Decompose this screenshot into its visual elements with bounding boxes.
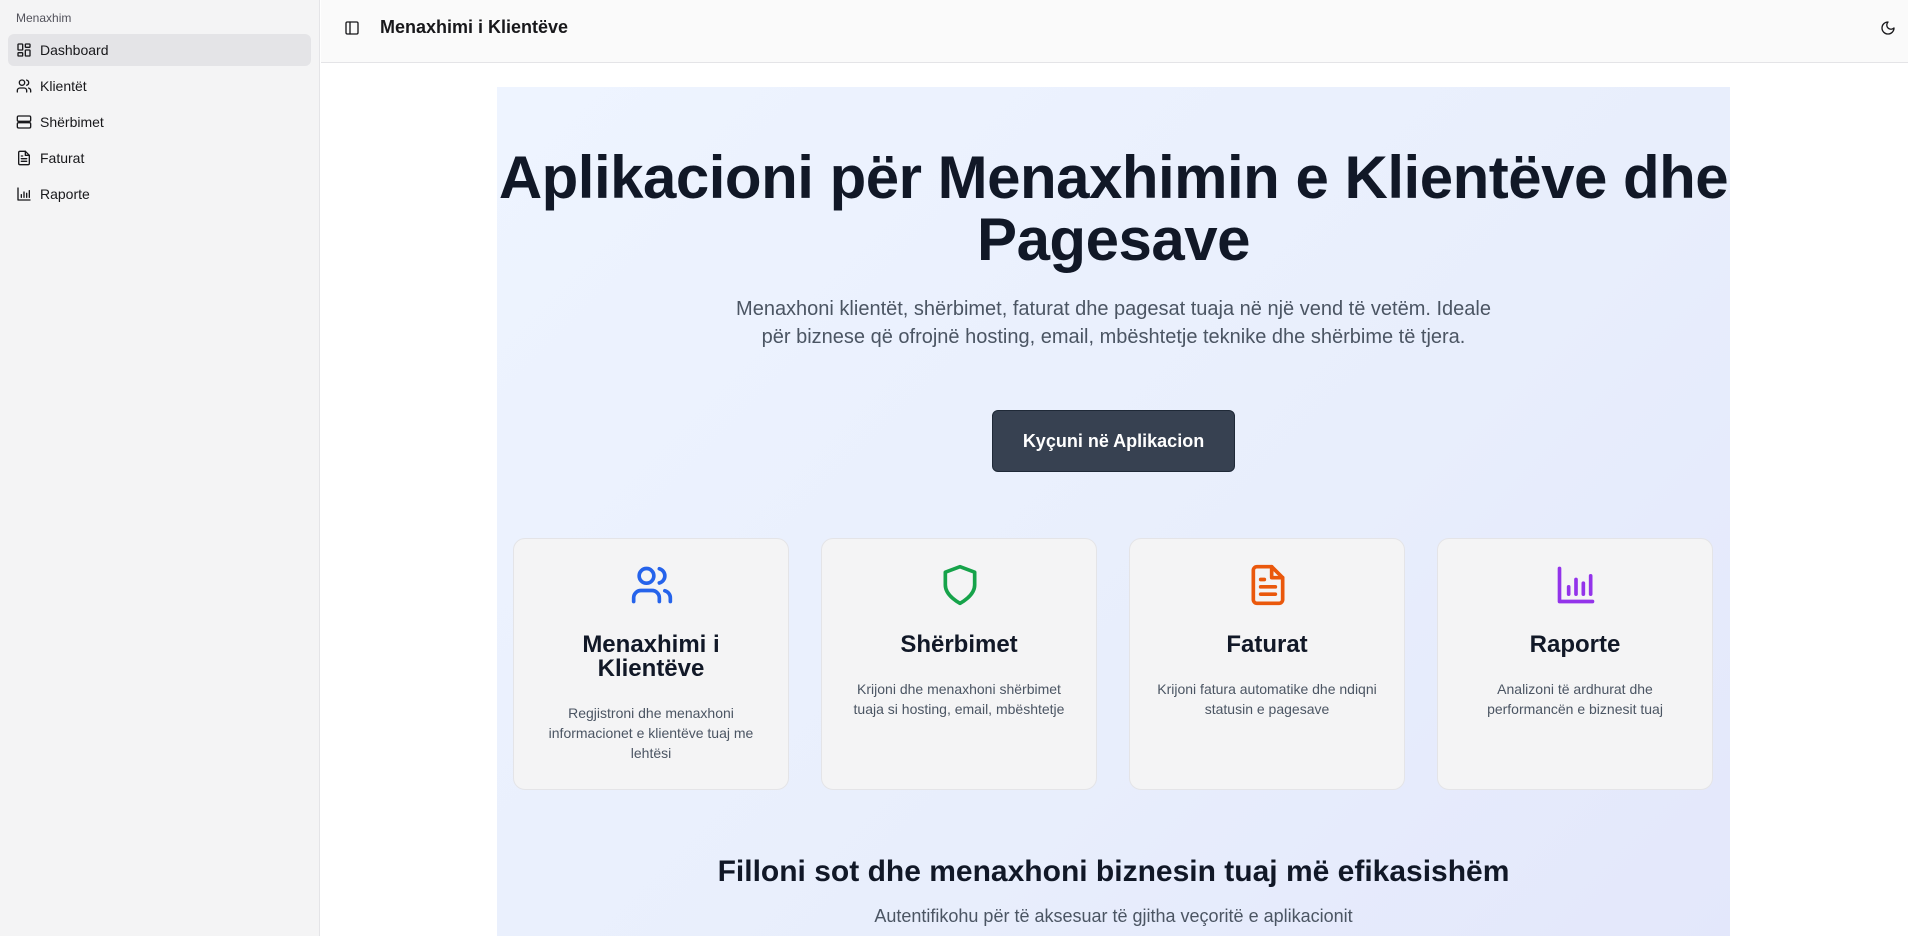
sidebar-item-sherbimet[interactable]: Shërbimet — [8, 106, 311, 138]
sidebar-item-label: Shërbimet — [40, 114, 104, 130]
bottom-subtitle: Autentifikohu për të aksesuar të gjitha … — [874, 906, 1353, 926]
feature-description: Krijoni dhe menaxhoni shërbimet tuaja si… — [853, 681, 1065, 717]
feature-card-services: Shërbimet Krijoni dhe menaxhoni shërbime… — [821, 538, 1097, 790]
bar-chart-icon — [17, 187, 31, 201]
sidebar-item-faturat[interactable]: Faturat — [8, 142, 311, 174]
sidebar-item-label: Dashboard — [40, 42, 109, 58]
sidebar-item-label: Klientët — [40, 78, 87, 94]
feature-card-clients: Menaxhimi i Klientëve Regjistroni dhe me… — [513, 538, 789, 790]
page-title: Menaxhimi i Klientëve — [380, 17, 569, 37]
sidebar: Menaxhim Dashboard Klientët Shërbimet Fa… — [0, 0, 320, 936]
feature-card-invoices: Faturat Krijoni fatura automatike dhe nd… — [1129, 538, 1405, 790]
theme-toggle-button[interactable] — [1876, 16, 1900, 40]
hero-title: Aplikacioni për Menaxhimin e Klientëve d… — [498, 144, 1729, 273]
feature-title: Shërbimet — [900, 631, 1018, 658]
feature-description: Krijoni fatura automatike dhe ndiqni sta… — [1157, 681, 1377, 717]
top-header: Menaxhimi i Klientëve — [321, 0, 1908, 63]
feature-description: Analizoni të ardhurat dhe performancën e… — [1487, 681, 1663, 717]
file-text-icon — [1251, 564, 1285, 606]
sidebar-item-label: Raporte — [40, 186, 90, 202]
hero-subtitle: Menaxhoni klientët, shërbimet, faturat d… — [736, 298, 1491, 348]
file-text-icon — [18, 150, 30, 166]
bottom-title: Filloni sot dhe menaxhoni biznesin tuaj … — [717, 855, 1510, 888]
moon-icon — [1881, 21, 1895, 35]
feature-description: Regjistroni dhe menaxhoni informacionet … — [548, 705, 754, 761]
feature-title: Menaxhimi i Klientëve — [582, 631, 720, 682]
feature-title: Raporte — [1529, 631, 1621, 658]
sidebar-item-dashboard[interactable]: Dashboard — [8, 34, 311, 66]
hero-section: Aplikacioni për Menaxhimin e Klientëve d… — [497, 87, 1730, 936]
sidebar-item-klientet[interactable]: Klientët — [8, 70, 311, 102]
users-icon — [16, 79, 32, 93]
sidebar-toggle-button[interactable] — [340, 16, 364, 40]
main-content: Aplikacioni për Menaxhimin e Klientëve d… — [321, 64, 1908, 936]
login-button[interactable]: Kyçuni në Aplikacion — [992, 410, 1235, 472]
sidebar-nav: Dashboard Klientët Shërbimet Faturat Rap… — [8, 34, 311, 214]
server-icon — [16, 115, 32, 129]
users-icon — [631, 566, 673, 604]
feature-card-reports: Raporte Analizoni të ardhurat dhe perfor… — [1437, 538, 1713, 790]
sidebar-group-label: Menaxhim — [16, 11, 72, 25]
sidebar-toggle-icon — [345, 21, 359, 35]
feature-title: Faturat — [1226, 631, 1308, 658]
shield-icon — [943, 564, 977, 606]
sidebar-item-raporte[interactable]: Raporte — [8, 178, 311, 210]
dashboard-icon — [17, 43, 31, 57]
bar-chart-icon — [1557, 566, 1595, 604]
sidebar-item-label: Faturat — [40, 150, 85, 166]
